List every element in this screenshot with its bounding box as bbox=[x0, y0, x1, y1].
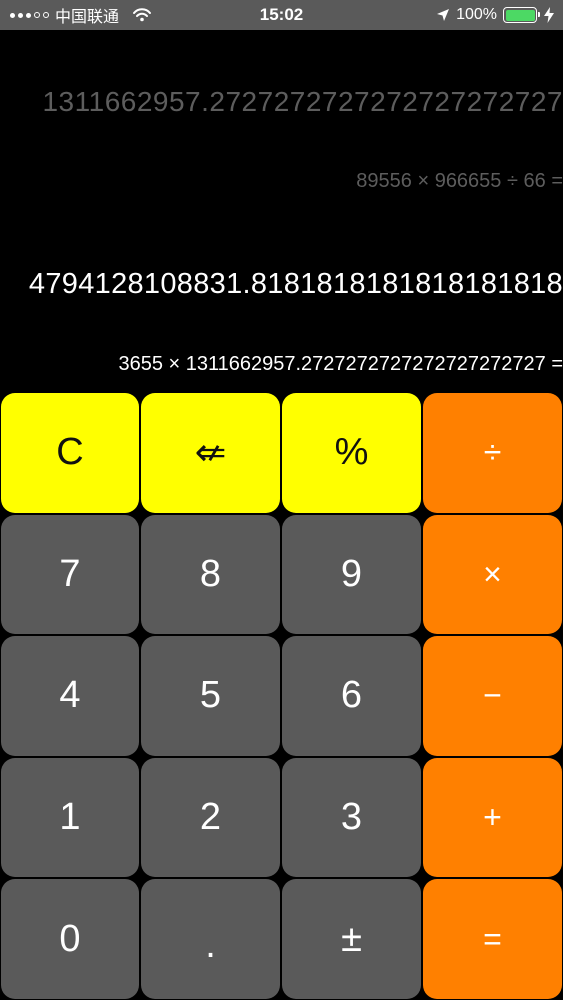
digit-7-button[interactable]: 7 bbox=[1, 514, 139, 635]
digit-2-button[interactable]: 2 bbox=[141, 757, 280, 878]
plus-minus-button[interactable]: ± bbox=[282, 879, 421, 999]
previous-result: 1311662957.2727272727272727272727 bbox=[42, 86, 563, 117]
clear-label: C bbox=[56, 431, 84, 474]
plus-label: + bbox=[483, 799, 502, 836]
wifi-icon bbox=[133, 8, 152, 22]
percent-label: % bbox=[334, 431, 369, 474]
minus-button[interactable]: − bbox=[423, 636, 562, 756]
digit-8-button[interactable]: 8 bbox=[141, 514, 280, 635]
status-right: 100% bbox=[436, 0, 555, 30]
digit-4-label: 4 bbox=[59, 674, 81, 717]
plus-minus-label: ± bbox=[341, 917, 362, 960]
previous-expression: 89556 × 966655 ÷ 66 = bbox=[356, 170, 563, 192]
minus-label: − bbox=[483, 677, 502, 714]
digit-3-label: 3 bbox=[340, 796, 363, 839]
digit-1-label: 1 bbox=[59, 796, 81, 839]
battery-icon bbox=[503, 7, 540, 23]
digit-6-button[interactable]: 6 bbox=[282, 636, 421, 756]
digit-9-button[interactable]: 9 bbox=[282, 514, 421, 635]
divide-label: ÷ bbox=[483, 434, 502, 471]
signal-dots-icon bbox=[10, 12, 49, 18]
multiply-button[interactable]: × bbox=[423, 514, 562, 635]
current-result: 4794128108831.8181818181818181818 bbox=[28, 268, 563, 300]
backspace-button[interactable]: ⇍ bbox=[141, 393, 280, 513]
charging-bolt-icon bbox=[544, 7, 554, 23]
digit-1-button[interactable]: 1 bbox=[1, 757, 139, 878]
decimal-label: . bbox=[205, 923, 216, 966]
calculator-display: 1311662957.2727272727272727272727 89556 … bbox=[0, 30, 563, 392]
backspace-icon: ⇍ bbox=[194, 432, 227, 475]
divide-button[interactable]: ÷ bbox=[423, 393, 562, 513]
digit-6-label: 6 bbox=[340, 674, 363, 717]
equals-button[interactable]: = bbox=[423, 879, 562, 999]
digit-0-label: 0 bbox=[59, 917, 81, 960]
equals-label: = bbox=[483, 920, 502, 957]
digit-9-label: 9 bbox=[340, 552, 363, 595]
status-bar: 中国联通 15:02 100% bbox=[0, 0, 563, 30]
current-expression: 3655 × 1311662957.2727272727272727272727… bbox=[118, 353, 563, 375]
digit-5-button[interactable]: 5 bbox=[141, 636, 280, 756]
location-arrow-icon bbox=[437, 9, 450, 21]
multiply-label: × bbox=[483, 555, 502, 592]
digit-5-label: 5 bbox=[199, 674, 222, 717]
clear-button[interactable]: C bbox=[1, 393, 139, 513]
carrier-name: 中国联通 bbox=[55, 9, 120, 26]
digit-4-button[interactable]: 4 bbox=[1, 636, 139, 756]
decimal-button[interactable]: . bbox=[141, 879, 280, 999]
keypad: C ⇍ % ÷ 7 8 9 × 4 5 6 − 1 2 3 + 0 . ± = bbox=[0, 392, 563, 1000]
percent-button[interactable]: % bbox=[282, 393, 421, 513]
battery-fill bbox=[505, 9, 535, 21]
plus-button[interactable]: + bbox=[423, 757, 562, 878]
digit-3-button[interactable]: 3 bbox=[282, 757, 421, 878]
digit-7-label: 7 bbox=[59, 552, 81, 595]
digit-8-label: 8 bbox=[199, 552, 222, 595]
digit-2-label: 2 bbox=[199, 796, 222, 839]
digit-0-button[interactable]: 0 bbox=[1, 879, 139, 999]
battery-percent: 100% bbox=[456, 6, 497, 23]
status-left: 中国联通 bbox=[10, 0, 153, 30]
